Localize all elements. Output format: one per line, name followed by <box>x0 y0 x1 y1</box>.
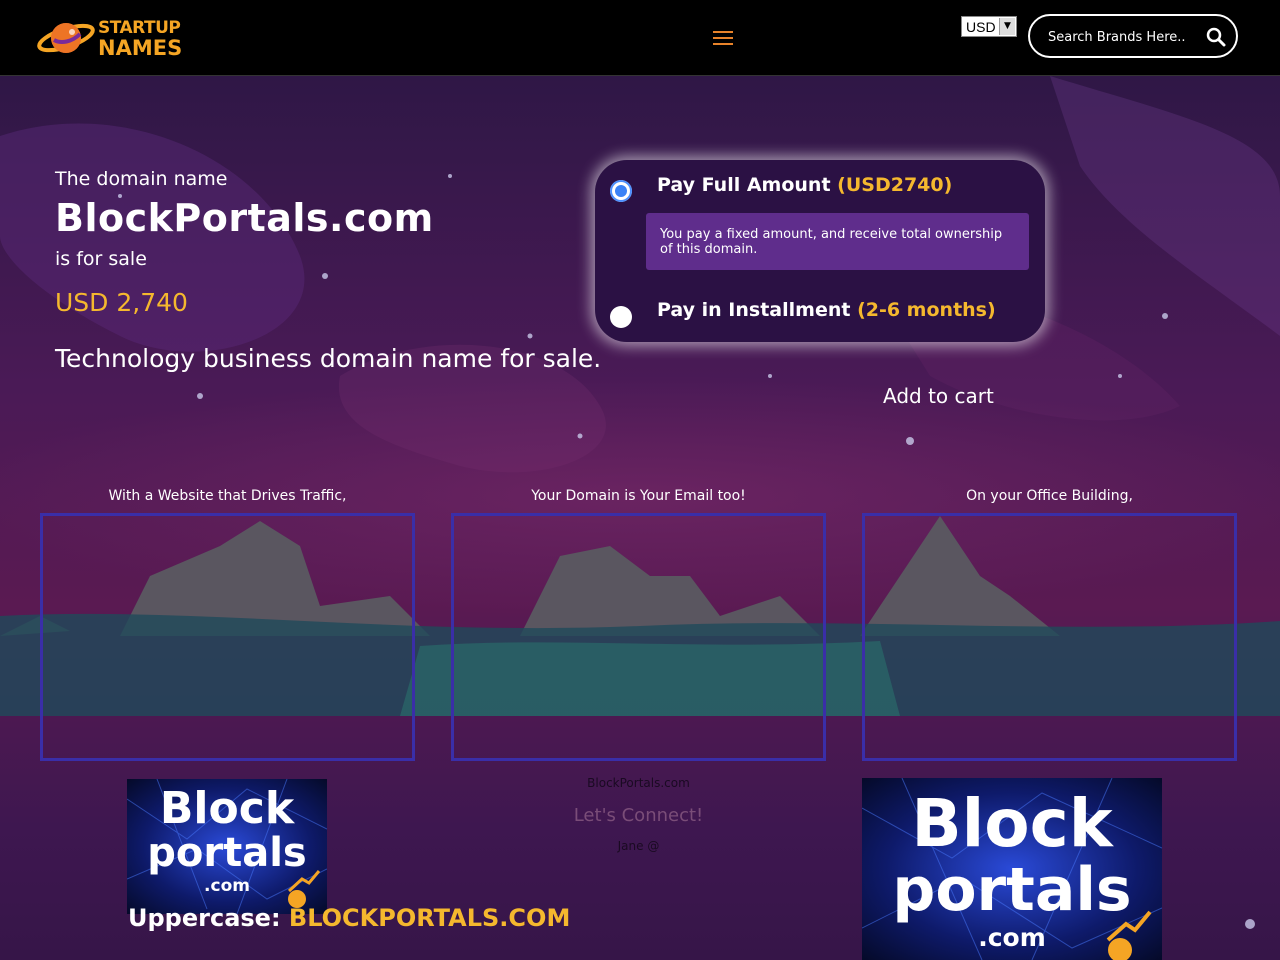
blockportals-logo-small: Block portals .com <box>127 779 327 914</box>
pay-installment-text: Pay in Installment <box>657 299 851 321</box>
pay-installment-label[interactable]: Pay in Installment (2-6 months) <box>657 299 996 321</box>
menu-hamburger-icon[interactable] <box>713 31 733 47</box>
email-caption: Your Domain is Your Email too! <box>531 488 746 504</box>
site-header: STARTUP NAMES USD ▼ <box>0 0 1280 76</box>
pay-installment-duration: (2-6 months) <box>857 299 996 321</box>
office-mockup-frame <box>862 513 1237 761</box>
logo-large-line3: .com <box>978 923 1046 952</box>
logo-small-line3: .com <box>204 876 250 896</box>
logo-line1: STARTUP <box>98 18 181 38</box>
price-label: USD 2,740 <box>55 288 188 317</box>
uppercase-line: Uppercase: BLOCKPORTALS.COM <box>128 904 570 932</box>
website-mockup-frame <box>40 513 415 761</box>
business-card-connect: Let's Connect! <box>573 805 704 826</box>
currency-value: USD <box>966 19 996 35</box>
business-card-email: Jane @ <box>617 839 660 853</box>
pay-full-text: Pay Full Amount <box>657 174 831 196</box>
pay-full-description: You pay a fixed amount, and receive tota… <box>646 213 1029 270</box>
logo-large-line1: Block <box>911 785 1114 862</box>
logo-large-line2: portals <box>892 855 1131 925</box>
office-caption: On your Office Building, <box>966 488 1133 504</box>
logo-line2: NAMES <box>98 36 183 60</box>
search-icon[interactable] <box>1206 27 1226 47</box>
pay-full-radio[interactable] <box>610 180 632 202</box>
search-input[interactable] <box>1046 26 1200 48</box>
for-sale-label: is for sale <box>55 248 147 270</box>
pay-full-amount: (USD2740) <box>837 174 953 196</box>
uppercase-value: BLOCKPORTALS.COM <box>288 904 571 932</box>
logo-small-line2: portals <box>147 830 306 876</box>
domain-intro-label: The domain name <box>55 168 228 190</box>
payment-options-card: Pay Full Amount (USD2740) You pay a fixe… <box>595 160 1045 342</box>
domain-tagline: Technology business domain name for sale… <box>55 344 602 373</box>
currency-select[interactable]: USD ▼ <box>961 16 1017 37</box>
planet-logo-icon <box>37 23 95 53</box>
pay-full-label[interactable]: Pay Full Amount (USD2740) <box>657 174 952 196</box>
blockportals-logo-large: Block portals .com <box>862 778 1162 960</box>
business-card-domain: BlockPortals.com <box>587 776 690 790</box>
startup-names-logo[interactable]: STARTUP NAMES <box>36 12 188 64</box>
logo-text: STARTUP NAMES <box>98 18 183 60</box>
domain-name-title: BlockPortals.com <box>55 196 434 240</box>
add-to-cart-button[interactable]: Add to cart <box>883 384 994 408</box>
search-box <box>1028 14 1238 58</box>
website-caption: With a Website that Drives Traffic, <box>108 488 347 504</box>
pay-installment-radio[interactable] <box>610 306 632 328</box>
logo-small-line1: Block <box>160 783 296 834</box>
chevron-down-icon[interactable]: ▼ <box>999 18 1015 35</box>
email-mockup-frame <box>451 513 826 761</box>
uppercase-label: Uppercase: <box>128 904 281 932</box>
